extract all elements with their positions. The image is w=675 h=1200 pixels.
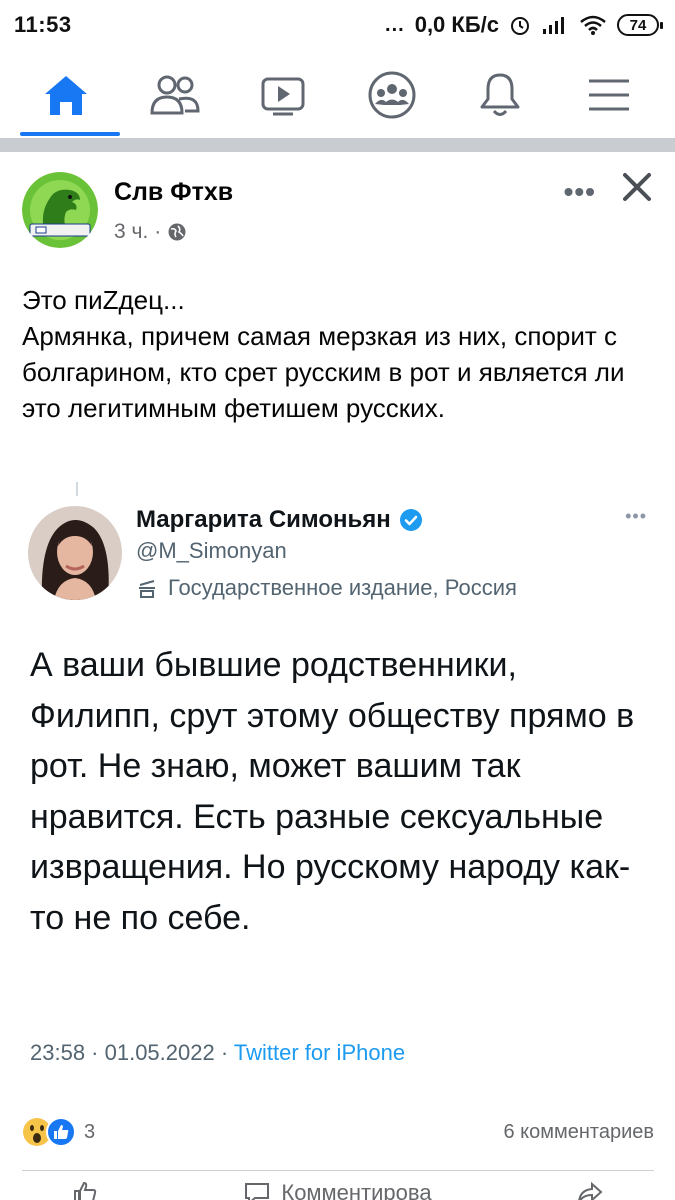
friends-icon [150,75,200,115]
tweet-author: Маргарита Симоньян [136,506,423,534]
tweet-text: А ваши бывшие родственники, Филипп, срут… [30,646,635,937]
battery-icon: 74 [617,14,663,36]
close-icon[interactable] [620,170,654,204]
tweet-author-name: Маргарита Симоньян [136,506,391,533]
nav-menu[interactable] [559,52,659,138]
actions-divider [22,1170,654,1171]
thumbs-up-icon [74,1181,97,1200]
share-button[interactable] [577,1180,603,1200]
network-speed: 0,0 КБ/с [414,12,499,37]
alarm-icon [511,17,529,35]
comment-icon [245,1183,270,1200]
like-button[interactable] [72,1180,98,1200]
home-icon [45,76,88,115]
post-meta: 3 ч. · [114,220,187,244]
post-text: Это пиZдец... Армянка, причем самая мерз… [22,285,625,423]
groups-icon [368,71,416,119]
status-bar: 11:53 ... 0,0 КБ/с 74 [0,0,675,50]
reaction-count: 3 [84,1120,96,1143]
tweet-timestamp: 23:58 · 01.05.2022 · [30,1040,234,1065]
tweet-handle: @M_Simonyan [136,538,287,563]
tweet-image[interactable]: Маргарита Симоньян @M_Simonyan Государст… [0,480,675,1090]
tweet-label-text: Государственное издание, Россия [168,575,517,600]
nav-watch[interactable] [233,52,333,138]
comment-button[interactable]: Комментирова [243,1180,432,1200]
tweet-state-label: Государственное издание, Россия [136,575,517,601]
post-header: Слв Фтхв 3 ч. · ••• [22,172,662,252]
comment-label: Комментирова [281,1180,432,1200]
feed-divider [0,138,675,152]
reactions-bar: 3 6 комментариев [22,1112,654,1152]
verified-badge-icon [399,509,422,531]
top-nav [0,52,675,138]
reaction-summary[interactable]: 3 [22,1117,95,1147]
tweet-footer: 23:58 · 01.05.2022 · Twitter for iPhone [30,1040,405,1066]
bell-icon [480,73,520,116]
profile-photo [28,506,122,600]
like-reaction-icon [46,1117,76,1147]
tweet-more-icon: ••• [625,506,647,526]
share-icon [577,1181,603,1200]
dinosaur-logo-icon [22,172,98,248]
nav-friends[interactable] [125,52,225,138]
meta-separator: · [154,220,162,243]
signal-icon [543,17,564,34]
tweet-source: Twitter for iPhone [233,1040,406,1065]
state-media-icon [139,580,155,598]
tweet-avatar [28,506,122,600]
post-more-button[interactable]: ••• [564,176,596,208]
battery-level: 74 [629,16,647,34]
globe-icon [168,223,186,241]
tweet-crop-mark [76,482,78,496]
nav-home[interactable] [16,52,121,138]
status-time: 11:53 [14,12,72,37]
status-dots: ... [385,13,405,36]
menu-icon [588,79,629,111]
nav-notifications[interactable] [450,52,550,138]
comments-count[interactable]: 6 комментариев [503,1121,654,1144]
post-time[interactable]: 3 ч. [114,220,148,244]
status-indicators: ... 0,0 КБ/с 74 [385,12,663,38]
action-bar: Комментирова [0,1180,675,1200]
nav-groups[interactable] [342,52,442,138]
author-name[interactable]: Слв Фтхв [114,178,233,207]
author-avatar[interactable] [22,172,98,248]
wifi-icon [580,15,606,35]
watch-icon [261,77,305,116]
